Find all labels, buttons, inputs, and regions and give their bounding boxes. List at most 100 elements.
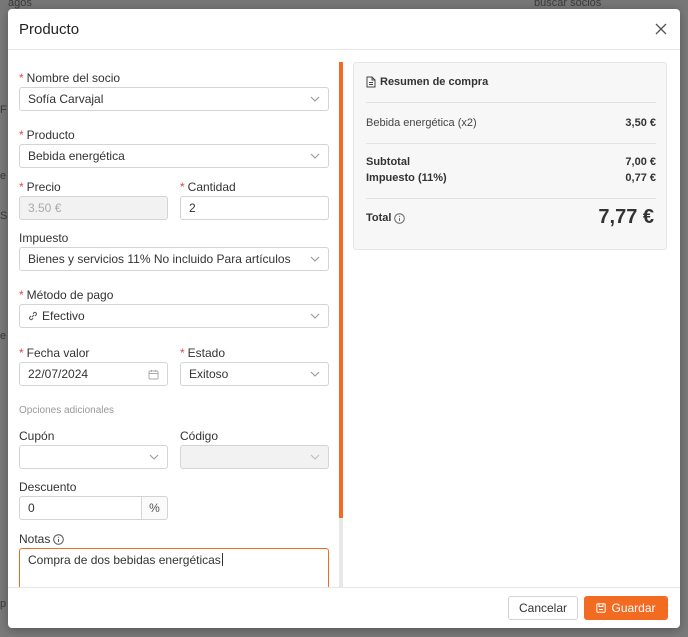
codigo-label: Código bbox=[180, 429, 219, 443]
required-mark: * bbox=[19, 71, 24, 85]
required-mark: * bbox=[19, 346, 24, 360]
impuesto-value: Bienes y servicios 11% No incluido Para … bbox=[28, 252, 291, 266]
descuento-unit: % bbox=[141, 496, 168, 520]
summary-tax-label: Impuesto (11%) bbox=[366, 172, 447, 184]
save-button[interactable]: Guardar bbox=[584, 596, 668, 620]
summary-subtotal-row: Subtotal 7,00 € bbox=[366, 156, 656, 168]
summary-title: Resumen de compra bbox=[366, 76, 488, 88]
producto-label: * Producto bbox=[19, 128, 75, 142]
descuento-input[interactable]: 0 bbox=[19, 496, 142, 520]
estado-label: * Estado bbox=[180, 346, 225, 360]
producto-select[interactable]: Bebida energética bbox=[19, 144, 329, 168]
background-side-letter: e bbox=[0, 330, 7, 342]
summary-divider bbox=[366, 198, 656, 199]
producto-label-text: Producto bbox=[26, 128, 75, 142]
precio-label: * Precio bbox=[19, 180, 61, 194]
modal-footer: Cancelar Guardar bbox=[8, 587, 680, 628]
notas-label-text: Notas bbox=[19, 532, 51, 546]
modal-body: * Nombre del socio Sofía Carvajal * Produc… bbox=[8, 50, 680, 587]
form-scrollbar-thumb[interactable] bbox=[339, 62, 343, 518]
summary-total-value: 7,77 € bbox=[598, 206, 654, 228]
required-mark: * bbox=[180, 180, 185, 194]
codigo-select bbox=[180, 445, 329, 469]
estado-value: Exitoso bbox=[189, 367, 229, 381]
cancel-button[interactable]: Cancelar bbox=[508, 596, 578, 620]
background-side-letter: e bbox=[0, 170, 7, 182]
precio-input: 3.50 € bbox=[19, 196, 168, 220]
fecha-label-text: Fecha valor bbox=[26, 346, 90, 360]
purchase-summary: Resumen de compra Bebida energética (x2)… bbox=[353, 62, 667, 250]
cupon-select[interactable] bbox=[19, 445, 168, 469]
metodo-label: * Método de pago bbox=[19, 288, 113, 302]
summary-divider bbox=[366, 143, 656, 144]
metodo-select[interactable]: Efectivo bbox=[19, 304, 329, 328]
summary-tax-row: Impuesto (11%) 0,77 € bbox=[366, 172, 656, 184]
close-button[interactable] bbox=[652, 20, 670, 38]
producto-value: Bebida energética bbox=[28, 149, 125, 163]
summary-subtotal-label: Subtotal bbox=[366, 156, 410, 168]
chevron-down-icon bbox=[310, 311, 320, 321]
chevron-down-icon bbox=[310, 151, 320, 161]
required-mark: * bbox=[19, 128, 24, 142]
document-icon bbox=[366, 76, 376, 88]
chevron-down-icon bbox=[310, 254, 320, 264]
precio-value: 3.50 € bbox=[28, 201, 62, 215]
modal-header: Producto bbox=[8, 9, 680, 50]
metodo-value: Efectivo bbox=[42, 309, 85, 323]
summary-subtotal-value: 7,00 € bbox=[625, 156, 656, 168]
precio-label-text: Precio bbox=[26, 180, 61, 194]
cantidad-label: * Cantidad bbox=[180, 180, 236, 194]
metodo-label-text: Método de pago bbox=[26, 288, 114, 302]
modal-title: Producto bbox=[19, 21, 80, 38]
opciones-title: Opciones adicionales bbox=[19, 405, 115, 416]
notas-label: Notas bbox=[19, 532, 65, 546]
cupon-label: Cupón bbox=[19, 429, 55, 443]
notas-textarea[interactable]: Compra de dos bebidas energéticas bbox=[19, 548, 329, 587]
fecha-input[interactable]: 22/07/2024 bbox=[19, 362, 168, 386]
impuesto-select[interactable]: Bienes y servicios 11% No incluido Para … bbox=[19, 247, 329, 271]
product-modal: Producto * Nombre del socio Sofía Carvaja… bbox=[8, 9, 680, 628]
descuento-value: 0 bbox=[28, 501, 35, 515]
background-title-fragment: agos bbox=[8, 0, 32, 9]
descuento-label: Descuento bbox=[19, 480, 77, 494]
socio-label-text: Nombre del socio bbox=[26, 71, 121, 85]
socio-select[interactable]: Sofía Carvajal bbox=[19, 87, 329, 111]
cantidad-input[interactable]: 2 bbox=[180, 196, 329, 220]
required-mark: * bbox=[180, 346, 185, 360]
background-side-letter: p bbox=[0, 598, 7, 610]
form-pane: * Nombre del socio Sofía Carvajal * Produc… bbox=[8, 50, 344, 587]
estado-label-text: Estado bbox=[187, 346, 226, 360]
link-icon bbox=[28, 311, 38, 321]
text-caret bbox=[221, 553, 223, 566]
cancel-button-label: Cancelar bbox=[518, 601, 568, 615]
socio-value: Sofía Carvajal bbox=[28, 92, 104, 106]
summary-item-value: 3,50 € bbox=[625, 117, 656, 129]
summary-title-text: Resumen de compra bbox=[380, 76, 489, 88]
summary-total-label-text: Total bbox=[366, 212, 392, 224]
chevron-down-icon bbox=[310, 452, 320, 462]
summary-item-label: Bebida energética (x2) bbox=[366, 117, 477, 129]
info-icon bbox=[53, 533, 65, 545]
notas-value: Compra de dos bebidas energéticas bbox=[28, 553, 221, 567]
summary-tax-value: 0,77 € bbox=[625, 172, 656, 184]
chevron-down-icon bbox=[149, 452, 159, 462]
info-icon bbox=[394, 212, 406, 224]
cantidad-label-text: Cantidad bbox=[187, 180, 236, 194]
background-search-fragment: buscar socios bbox=[534, 0, 602, 9]
chevron-down-icon bbox=[310, 94, 320, 104]
fecha-label: * Fecha valor bbox=[19, 346, 89, 360]
background-side-letter: S bbox=[0, 210, 8, 222]
fecha-value: 22/07/2024 bbox=[28, 367, 89, 381]
summary-total-label: Total bbox=[366, 212, 406, 224]
close-icon bbox=[655, 23, 667, 35]
socio-label: * Nombre del socio bbox=[19, 71, 120, 85]
estado-select[interactable]: Exitoso bbox=[180, 362, 329, 386]
summary-divider bbox=[366, 102, 656, 103]
save-button-label: Guardar bbox=[611, 601, 656, 615]
impuesto-label: Impuesto bbox=[19, 231, 69, 245]
required-mark: * bbox=[19, 288, 24, 302]
background-side-letter: F bbox=[0, 104, 7, 116]
calendar-icon[interactable] bbox=[148, 369, 159, 380]
summary-item-row: Bebida energética (x2) 3,50 € bbox=[366, 117, 656, 129]
required-mark: * bbox=[19, 180, 24, 194]
